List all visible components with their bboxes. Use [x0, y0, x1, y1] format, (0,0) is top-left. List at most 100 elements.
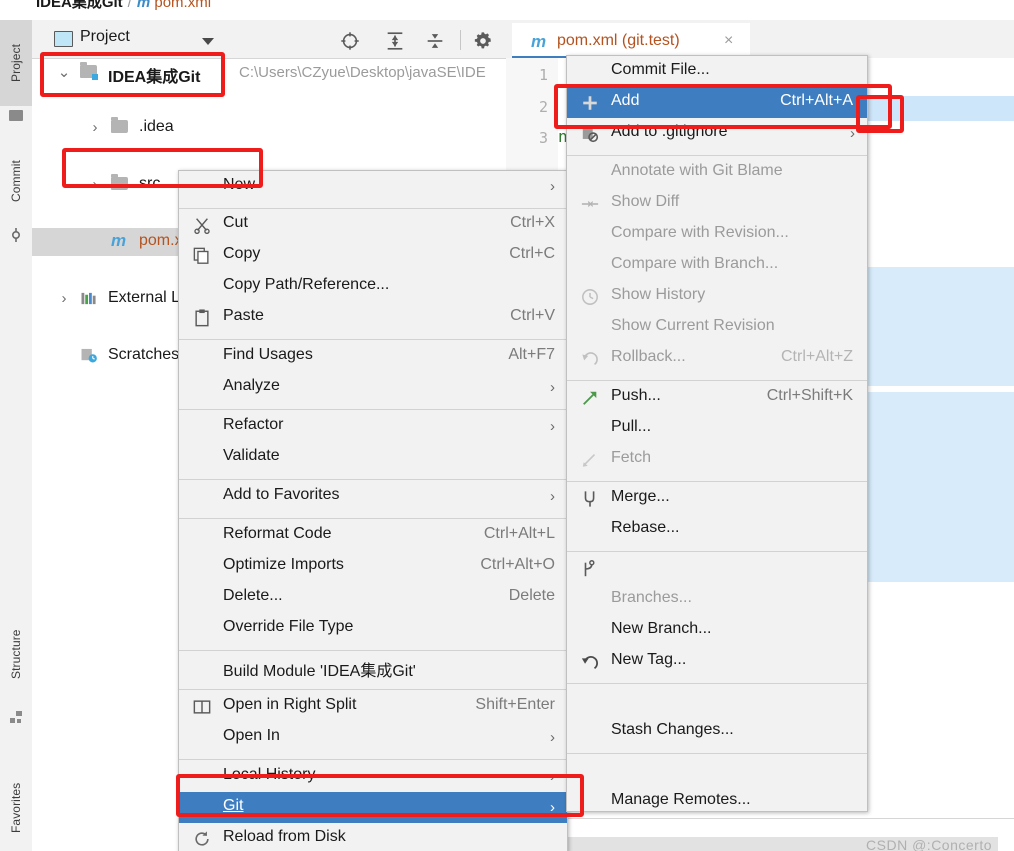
menu-item-optimize-imports[interactable]: Optimize Imports Ctrl+Alt+O [179, 551, 567, 582]
menu-label: Add [611, 92, 640, 109]
menu-item-add-to-favorites[interactable]: Add to Favorites › [179, 481, 567, 512]
menu-item-delete[interactable]: Delete... Delete [179, 582, 567, 613]
line-number: 3 [538, 129, 548, 147]
menu-item-reload-from-disk[interactable]: Reload from Disk [179, 823, 567, 851]
menu-item-rebase[interactable]: Rebase... [567, 514, 867, 545]
menu-item-local-history[interactable]: Local History › [179, 761, 567, 792]
menu-item-new-branch: Branches... [567, 584, 867, 615]
tree-label-src: src [139, 175, 161, 192]
breadcrumb-project[interactable]: IDEA集成Git [36, 0, 123, 11]
menu-item-fetch: Fetch [567, 444, 867, 475]
chevron-down-icon[interactable] [202, 38, 214, 45]
menu-separator [567, 155, 867, 156]
menu-item-reset-head[interactable]: New Tag... [567, 646, 867, 677]
menu-item-manage-remotes[interactable] [567, 755, 867, 786]
editor-tab-pom-xml[interactable]: m pom.xml (git.test) × [512, 23, 750, 58]
chevron-right-icon[interactable]: › [87, 177, 103, 193]
menu-item-branches[interactable] [567, 553, 867, 584]
project-view-icon [54, 31, 73, 47]
menu-label: New Branch... [611, 620, 712, 637]
menu-label: Merge... [611, 488, 670, 505]
menu-label: Open in Right Split [223, 696, 357, 713]
menu-item-push[interactable]: Push... Ctrl+Shift+K [567, 382, 867, 413]
chevron-right-icon[interactable]: › [56, 291, 72, 307]
menu-label: Manage Remotes... [611, 791, 751, 808]
menu-item-copy[interactable]: Copy Ctrl+C [179, 240, 567, 271]
push-arrow-icon [583, 391, 597, 405]
horizontal-scrollbar[interactable]: CSDN @:Concerto [528, 837, 998, 851]
menu-item-stash-changes[interactable] [567, 685, 867, 716]
menu-label: New Tag... [611, 651, 687, 668]
menu-item-merge[interactable]: Merge... [567, 483, 867, 514]
tree-row-idea[interactable]: › .idea [32, 114, 506, 142]
project-panel-title[interactable]: Project [80, 28, 130, 46]
chevron-right-icon: › [550, 178, 555, 195]
collapse-all-icon[interactable] [424, 30, 446, 52]
menu-item-analyze[interactable]: Analyze › [179, 372, 567, 403]
undo-icon [582, 352, 598, 366]
chevron-right-icon[interactable]: › [87, 120, 103, 136]
settings-gear-icon[interactable] [472, 30, 494, 52]
tree-row-module[interactable]: ⌄ IDEA集成Git C:\Users\CZyue\Desktop\javaS… [32, 59, 506, 87]
menu-shortcut: Ctrl+Alt+A [780, 92, 853, 109]
menu-item-add-to-gitignore[interactable]: Add to .gitignore › [567, 118, 867, 149]
menu-item-override-file-type[interactable]: Override File Type [179, 613, 567, 644]
module-path: C:\Users\CZyue\Desktop\javaSE\IDE [239, 64, 486, 81]
file-context-menu[interactable]: New › Cut Ctrl+X Copy Ctrl+C Copy Path/R… [178, 170, 568, 851]
reset-icon [581, 656, 599, 670]
expand-all-icon[interactable] [384, 30, 406, 52]
chevron-down-icon[interactable]: ⌄ [56, 65, 72, 81]
menu-item-open-in-right-split[interactable]: Open in Right Split Shift+Enter [179, 691, 567, 722]
line-number: 2 [538, 98, 548, 116]
menu-label: Rebase... [611, 519, 680, 536]
menu-item-pull[interactable]: Pull... [567, 413, 867, 444]
menu-item-new-tag[interactable]: New Branch... [567, 615, 867, 646]
split-icon [193, 700, 211, 714]
menu-item-copy-path-reference[interactable]: Copy Path/Reference... [179, 271, 567, 302]
menu-item-paste[interactable]: Paste Ctrl+V [179, 302, 567, 333]
commit-icon [11, 228, 21, 242]
menu-label: Delete... [223, 587, 283, 604]
menu-separator [179, 759, 567, 760]
menu-item-open-in[interactable]: Open In › [179, 722, 567, 753]
menu-shortcut: Ctrl+Alt+Z [780, 348, 853, 365]
menu-shortcut: Ctrl+C [509, 245, 555, 262]
tree-label-idea: .idea [139, 118, 174, 135]
menu-separator [179, 650, 567, 651]
menu-item-validate[interactable]: Validate [179, 442, 567, 473]
sidebar-item-structure[interactable]: Structure [0, 606, 32, 702]
menu-item-refactor[interactable]: Refactor › [179, 411, 567, 442]
sidebar-item-favorites[interactable]: Favorites [0, 762, 32, 851]
menu-item-new[interactable]: New › [179, 171, 567, 202]
csdn-watermark: CSDN @:Concerto [866, 837, 992, 851]
menu-item-git[interactable]: Git › [179, 792, 567, 823]
menu-item-cut[interactable]: Cut Ctrl+X [179, 209, 567, 240]
menu-label: Branches... [611, 589, 692, 606]
clipboard-icon [195, 309, 209, 327]
menu-label: Annotate with Git Blame [611, 162, 783, 179]
menu-item-rollback: Rollback... Ctrl+Alt+Z [567, 343, 867, 374]
select-opened-file-icon[interactable] [339, 30, 361, 52]
menu-item-build-module[interactable]: Build Module 'IDEA集成Git' [179, 652, 567, 683]
maven-file-icon: m [111, 231, 127, 250]
folder-icon [111, 174, 129, 192]
menu-item-find-usages[interactable]: Find Usages Alt+F7 [179, 341, 567, 372]
menu-shortcut: Ctrl+Alt+O [480, 556, 555, 573]
clock-icon [582, 289, 598, 305]
breadcrumb-file[interactable]: pom.xml [154, 0, 211, 11]
menu-label: Add to .gitignore [611, 123, 728, 140]
menu-label: Commit File... [611, 61, 710, 78]
menu-item-add[interactable]: Add Ctrl+Alt+A [567, 87, 867, 118]
menu-item-unstash-changes[interactable]: Stash Changes... [567, 716, 867, 747]
sidebar-item-project[interactable]: Project [0, 20, 32, 106]
menu-label: Open In [223, 727, 280, 744]
git-submenu[interactable]: Commit File... Add Ctrl+Alt+A Add to .gi… [566, 55, 868, 812]
menu-label: Pull... [611, 418, 652, 435]
sidebar-item-commit[interactable]: Commit [0, 138, 32, 224]
rail-label-favorites: Favorites [9, 782, 23, 834]
menu-label: Reformat Code [223, 525, 332, 542]
menu-item-commit-file[interactable]: Commit File... [567, 56, 867, 87]
menu-item-reformat-code[interactable]: Reformat Code Ctrl+Alt+L [179, 520, 567, 551]
menu-item-clone[interactable]: Manage Remotes... [567, 786, 867, 817]
close-icon[interactable]: × [724, 32, 733, 50]
